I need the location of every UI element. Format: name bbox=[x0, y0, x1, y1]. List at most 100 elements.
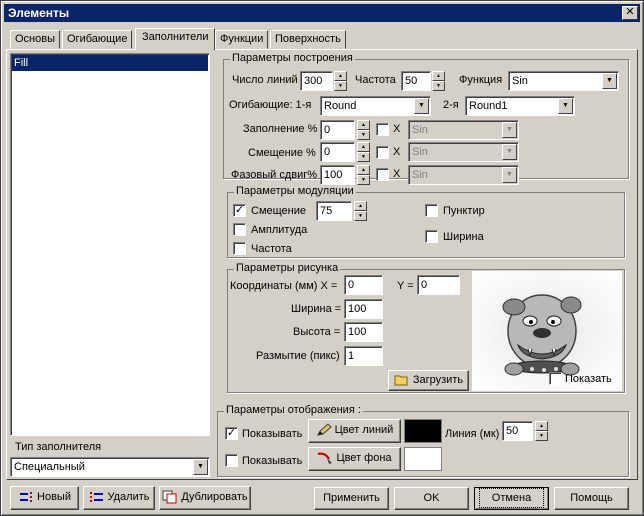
lines-stepper[interactable]: ▲ ▼ bbox=[334, 71, 347, 91]
env1-select[interactable]: Round ▼ bbox=[320, 96, 431, 116]
mod-offset-label: Смещение bbox=[251, 205, 307, 217]
env2-select[interactable]: Round1 ▼ bbox=[465, 96, 575, 116]
show-bg-label: Показывать bbox=[242, 455, 303, 467]
mod-offset-stepper[interactable]: ▲ ▼ bbox=[354, 201, 367, 221]
fill-type-value: Специальный bbox=[14, 461, 85, 473]
fill-list[interactable]: Fill bbox=[10, 53, 210, 436]
duplicate-label: Дублировать bbox=[181, 491, 248, 503]
func-select[interactable]: Sin ▼ bbox=[508, 71, 619, 91]
x-label: X bbox=[393, 146, 401, 158]
chevron-down-icon[interactable]: ▼ bbox=[502, 122, 517, 138]
load-button[interactable]: Загрузить bbox=[388, 370, 469, 391]
offset-pct-stepper[interactable]: ▲ ▼ bbox=[357, 142, 370, 162]
freq-label: Частота bbox=[355, 74, 396, 86]
tab-functions[interactable]: Функции bbox=[215, 30, 269, 49]
line-color-button[interactable]: Цвет линий bbox=[308, 419, 401, 443]
window-title: Элементы bbox=[8, 6, 70, 20]
bg-color-swatch[interactable] bbox=[404, 447, 442, 471]
ok-button[interactable]: OK bbox=[394, 487, 469, 510]
line-width-stepper[interactable]: ▲ ▼ bbox=[535, 421, 548, 441]
fill-pct-input[interactable]: 0 bbox=[320, 120, 355, 140]
phase-label: Фазовый сдвиг% bbox=[231, 169, 318, 181]
line-width-label: Линия (мк) bbox=[445, 428, 500, 440]
x-label: X bbox=[393, 123, 401, 135]
delete-button[interactable]: Удалить bbox=[83, 486, 155, 510]
offset-pct-checkbox[interactable] bbox=[376, 146, 389, 159]
env2-label: 2-я bbox=[443, 99, 459, 111]
build-params-title: Параметры построения bbox=[230, 52, 355, 64]
show-bg-checkbox[interactable] bbox=[225, 454, 238, 467]
chevron-down-icon[interactable]: ▼ bbox=[558, 98, 573, 114]
coords-label: Координаты (мм) X = bbox=[230, 280, 338, 292]
env1-label: Огибающие: 1-я bbox=[229, 99, 312, 111]
duplicate-icon bbox=[162, 490, 177, 504]
line-color-swatch[interactable] bbox=[404, 419, 442, 443]
dotted-checkbox[interactable] bbox=[425, 204, 438, 217]
delete-label: Удалить bbox=[107, 491, 150, 503]
fill-pct-stepper[interactable]: ▲ ▼ bbox=[357, 120, 370, 140]
mod-freq-label: Частота bbox=[251, 243, 292, 255]
mod-offset-checkbox[interactable]: ✓ bbox=[233, 204, 246, 217]
func-value: Sin bbox=[512, 75, 528, 87]
apply-button[interactable]: Применить bbox=[314, 487, 389, 510]
freq-input[interactable]: 50 bbox=[401, 71, 431, 91]
mod-freq-checkbox[interactable] bbox=[233, 242, 246, 255]
phase-checkbox[interactable] bbox=[376, 168, 389, 181]
chevron-down-icon[interactable]: ▼ bbox=[602, 73, 617, 89]
bg-color-button[interactable]: Цвет фона bbox=[308, 447, 401, 471]
add-icon bbox=[20, 492, 33, 503]
offset-func-select[interactable]: Sin ▼ bbox=[408, 142, 519, 162]
dotted-label: Пунктир bbox=[443, 205, 485, 217]
elements-dialog: Элементы ✕ Основы Огибающие Заполнители … bbox=[0, 0, 644, 516]
line-color-label: Цвет линий bbox=[334, 424, 394, 436]
phase-input[interactable]: 100 bbox=[320, 165, 355, 185]
fill-pct-checkbox[interactable] bbox=[376, 123, 389, 136]
pic-height-input[interactable]: 100 bbox=[344, 322, 383, 342]
amplitude-checkbox[interactable] bbox=[233, 223, 246, 236]
fill-type-select[interactable]: Специальный ▼ bbox=[10, 457, 210, 477]
mod-offset-input[interactable]: 75 bbox=[316, 201, 352, 221]
freq-stepper[interactable]: ▲ ▼ bbox=[432, 71, 445, 91]
line-width-input[interactable]: 50 bbox=[502, 421, 533, 441]
coord-y-input[interactable]: 0 bbox=[417, 275, 460, 295]
close-icon[interactable]: ✕ bbox=[622, 6, 638, 20]
chevron-down-icon[interactable]: ▼ bbox=[414, 98, 429, 114]
phase-stepper[interactable]: ▲ ▼ bbox=[357, 165, 370, 185]
pic-width-input[interactable]: 100 bbox=[344, 299, 383, 319]
show-lines-label: Показывать bbox=[242, 428, 303, 440]
duplicate-button[interactable]: Дублировать bbox=[159, 486, 251, 510]
list-item[interactable]: Fill bbox=[12, 55, 208, 71]
pencil-icon bbox=[316, 423, 332, 436]
load-label: Загрузить bbox=[412, 374, 464, 386]
show-picture-label: Показать bbox=[565, 373, 612, 385]
amplitude-label: Амплитуда bbox=[251, 224, 308, 236]
display-title: Параметры отображения : bbox=[224, 404, 363, 416]
offset-pct-input[interactable]: 0 bbox=[320, 142, 355, 162]
fill-pct-label: Заполнение % bbox=[243, 123, 318, 135]
show-lines-checkbox[interactable]: ✓ bbox=[225, 427, 238, 440]
width-checkbox[interactable] bbox=[425, 230, 438, 243]
tab-fillers[interactable]: Заполнители bbox=[135, 28, 216, 50]
env2-value: Round1 bbox=[469, 100, 508, 112]
chevron-down-icon[interactable]: ▼ bbox=[502, 167, 517, 183]
new-button[interactable]: Новый bbox=[10, 486, 79, 510]
pic-width-label: Ширина = bbox=[291, 303, 342, 315]
offset-pct-label: Смещение % bbox=[248, 147, 316, 159]
show-picture-checkbox[interactable] bbox=[549, 372, 562, 385]
coord-y-label: Y = bbox=[397, 280, 414, 292]
chevron-down-icon[interactable]: ▼ bbox=[502, 144, 517, 160]
tab-surface[interactable]: Поверхность bbox=[270, 30, 346, 49]
cancel-label: Отмена bbox=[478, 488, 545, 508]
phase-func-select[interactable]: Sin ▼ bbox=[408, 165, 519, 185]
fill-type-label: Тип заполнителя bbox=[15, 441, 102, 453]
coord-x-input[interactable]: 0 bbox=[344, 275, 383, 295]
cancel-button[interactable]: Отмена bbox=[474, 487, 549, 510]
tab-envelopes[interactable]: Огибающие bbox=[62, 30, 133, 49]
help-button[interactable]: Помощь bbox=[554, 487, 629, 510]
lines-input[interactable]: 300 bbox=[300, 71, 333, 91]
blur-input[interactable]: 1 bbox=[344, 346, 383, 366]
chevron-down-icon[interactable]: ▼ bbox=[193, 459, 208, 475]
fill-func-select[interactable]: Sin ▼ bbox=[408, 120, 519, 140]
tab-basics[interactable]: Основы bbox=[10, 30, 60, 49]
func-label: Функция bbox=[459, 74, 503, 86]
